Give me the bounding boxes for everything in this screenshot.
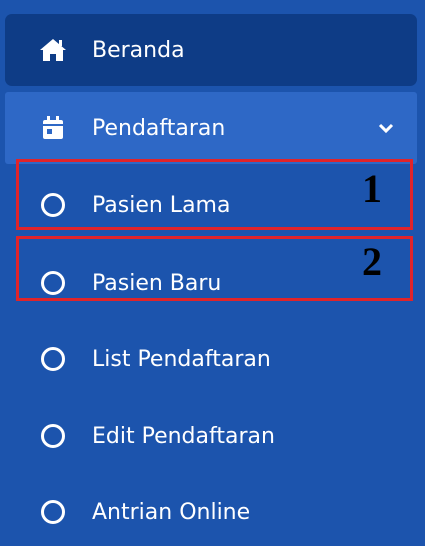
- chevron-down-icon: [378, 123, 394, 134]
- sidebar-item-pendaftaran[interactable]: Pendaftaran: [5, 92, 417, 164]
- submenu-item-label: List Pendaftaran: [92, 346, 271, 372]
- sidebar-item-label: Pendaftaran: [92, 115, 226, 141]
- annotation-number-2: 2: [362, 239, 382, 284]
- circle-icon: [41, 347, 65, 371]
- sidebar-item-label: Beranda: [92, 37, 185, 63]
- circle-icon: [41, 500, 65, 524]
- sidebar-item-beranda[interactable]: Beranda: [5, 14, 417, 86]
- annotation-box-2: [16, 236, 413, 301]
- submenu-item-list-pendaftaran[interactable]: List Pendaftaran: [5, 325, 417, 393]
- annotation-box-1: [16, 159, 413, 230]
- submenu-item-label: Antrian Online: [92, 499, 251, 525]
- submenu-item-antrian-online[interactable]: Antrian Online: [5, 478, 417, 546]
- submenu-item-edit-pendaftaran[interactable]: Edit Pendaftaran: [5, 402, 417, 470]
- circle-icon: [41, 424, 65, 448]
- submenu-item-label: Edit Pendaftaran: [92, 423, 275, 449]
- annotation-number-1: 1: [362, 166, 382, 211]
- calendar-icon: [43, 116, 63, 139]
- home-icon: [40, 39, 66, 61]
